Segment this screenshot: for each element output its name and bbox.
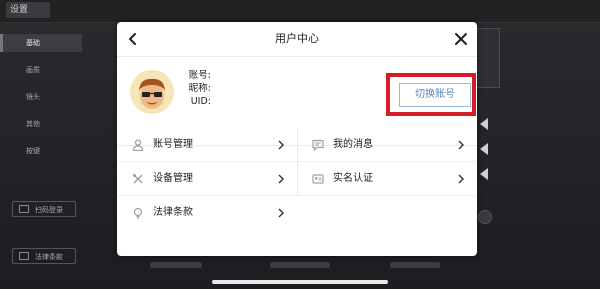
volume-arrow-icon	[480, 143, 488, 155]
settings-back-label: 设置	[10, 5, 29, 15]
chevron-right-icon	[278, 208, 284, 218]
user-center-dialog: 用户中心 账号: 昵称: UID: 切换账号 账号管理 设备管理 法律条款 我的…	[117, 22, 477, 256]
settings-header: 设置	[0, 0, 600, 23]
volume-arrow-icon	[480, 168, 488, 180]
settings-side-menu: 基础 画质 镜头 其他 按键	[0, 34, 82, 169]
background-bar	[270, 262, 330, 268]
menu-real-name-verify[interactable]: 实名认证	[297, 162, 477, 196]
account-info: 账号: 昵称: UID:	[177, 69, 237, 108]
id-card-icon	[312, 174, 324, 184]
scan-login-button[interactable]: 扫码登录	[12, 201, 76, 217]
legal-terms-label: 法律条款	[35, 253, 63, 261]
menu-label: 法律条款	[153, 207, 193, 218]
menu-label: 设备管理	[153, 173, 193, 184]
chevron-right-icon	[278, 140, 284, 150]
menu-legal-terms[interactable]: 法律条款	[117, 196, 297, 230]
document-icon	[19, 252, 29, 260]
column-divider	[297, 128, 298, 196]
chevron-right-icon	[278, 174, 284, 184]
background-bar	[390, 262, 440, 268]
account-label: 账号:	[188, 70, 211, 81]
switch-account-button[interactable]: 切换账号	[399, 83, 471, 107]
settings-menu-other[interactable]: 其他	[0, 115, 80, 133]
chevron-right-icon	[458, 174, 464, 184]
dialog-title: 用户中心	[275, 32, 319, 45]
avatar	[130, 70, 174, 114]
menu-label: 实名认证	[333, 173, 373, 184]
dialog-header: 用户中心	[117, 22, 477, 57]
settings-back-button[interactable]: 设置	[6, 2, 50, 18]
settings-menu-camera[interactable]: 镜头	[0, 88, 80, 106]
settings-menu-basic[interactable]: 基础	[0, 34, 82, 52]
scan-icon	[19, 205, 29, 213]
background-bar	[150, 262, 202, 268]
uid-label: UID:	[190, 96, 211, 107]
nickname-label: 昵称:	[188, 83, 211, 94]
settings-menu-graphics[interactable]: 画质	[0, 61, 80, 79]
menu-label: 账号管理	[153, 139, 193, 150]
user-icon	[132, 139, 144, 151]
lightbulb-icon	[133, 207, 143, 219]
menu-device-manage[interactable]: 设备管理	[117, 162, 297, 196]
message-icon	[312, 139, 324, 151]
scan-login-label: 扫码登录	[35, 206, 63, 214]
tools-icon	[133, 174, 143, 184]
menu-account-manage[interactable]: 账号管理	[117, 128, 297, 162]
menu-my-messages[interactable]: 我的消息	[297, 128, 477, 162]
home-indicator[interactable]	[212, 280, 388, 284]
avatar-icon	[130, 70, 174, 114]
chevron-right-icon	[458, 140, 464, 150]
menu-label: 我的消息	[333, 139, 373, 150]
legal-terms-button[interactable]: 法律条款	[12, 248, 76, 264]
volume-arrow-icon	[480, 118, 488, 130]
close-icon[interactable]	[451, 29, 471, 49]
toggle-knob-icon	[478, 210, 492, 224]
settings-menu-keys[interactable]: 按键	[0, 142, 80, 160]
